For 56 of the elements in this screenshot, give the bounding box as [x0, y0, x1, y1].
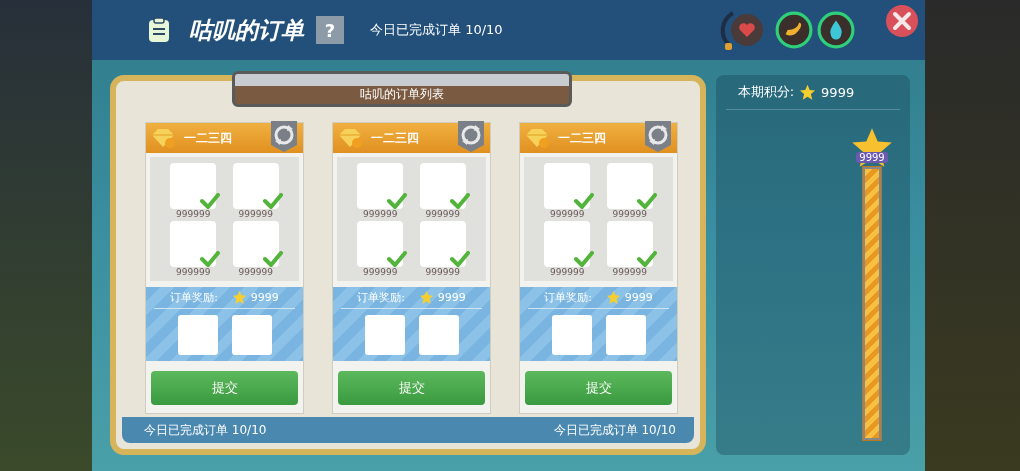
reward-label: 订单奖励: — [544, 290, 592, 305]
submit-button[interactable]: 提交 — [151, 371, 298, 405]
submit-button[interactable]: 提交 — [525, 371, 672, 405]
item-slot[interactable] — [544, 163, 591, 209]
refresh-icon[interactable] — [643, 121, 673, 153]
item-slot[interactable] — [170, 221, 217, 267]
reward-value: 9999 — [437, 291, 466, 304]
score-value: 9999 — [821, 84, 855, 100]
item-count: 999999 — [238, 267, 273, 277]
item-count: 999999 — [425, 209, 460, 219]
gem-icon — [524, 127, 550, 149]
item-slot[interactable] — [544, 221, 591, 267]
banana-icon[interactable] — [775, 11, 813, 49]
meter-value: 9999 — [856, 152, 888, 163]
board-title-banner: 咕叽的订单列表 — [232, 71, 572, 107]
item-slot[interactable] — [357, 221, 404, 267]
item-count: 999999 — [176, 267, 211, 277]
reward-slot[interactable] — [605, 315, 646, 355]
clipboard-icon — [147, 17, 171, 43]
close-icon[interactable] — [885, 4, 919, 38]
reward-slot[interactable] — [177, 315, 218, 355]
order-name: 一二三四 — [371, 129, 419, 147]
item-slot[interactable] — [357, 163, 404, 209]
star-icon — [418, 290, 434, 305]
star-icon — [605, 290, 621, 305]
reward-slot[interactable] — [364, 315, 405, 355]
help-button[interactable]: ? — [316, 16, 344, 44]
order-name: 一二三四 — [558, 129, 606, 147]
item-count: 999999 — [363, 209, 398, 219]
item-count: 999999 — [238, 209, 273, 219]
reward-slot[interactable] — [551, 315, 592, 355]
reward-value: 9999 — [250, 291, 279, 304]
item-count: 999999 — [550, 267, 585, 277]
star-icon — [231, 290, 247, 305]
refresh-icon[interactable] — [456, 121, 486, 153]
reward-slot[interactable] — [231, 315, 272, 355]
score-label: 本期积分: — [737, 83, 795, 101]
gem-icon — [337, 127, 363, 149]
reward-slot[interactable] — [418, 315, 459, 355]
item-slot[interactable] — [170, 163, 217, 209]
item-count: 999999 — [550, 209, 585, 219]
reward-label: 订单奖励: — [357, 290, 405, 305]
item-count: 999999 — [612, 267, 647, 277]
item-count: 999999 — [425, 267, 460, 277]
gem-icon — [150, 127, 176, 149]
water-drop-icon[interactable] — [817, 11, 855, 49]
order-name: 一二三四 — [184, 129, 232, 147]
item-count: 999999 — [176, 209, 211, 219]
item-count: 999999 — [363, 267, 398, 277]
window-title: 咕叽的订单 — [189, 15, 304, 45]
reward-label: 订单奖励: — [170, 290, 218, 305]
submit-button[interactable]: 提交 — [338, 371, 485, 405]
star-icon — [799, 83, 817, 101]
reward-value: 9999 — [624, 291, 653, 304]
item-count: 999999 — [612, 209, 647, 219]
refresh-icon[interactable] — [269, 121, 299, 153]
